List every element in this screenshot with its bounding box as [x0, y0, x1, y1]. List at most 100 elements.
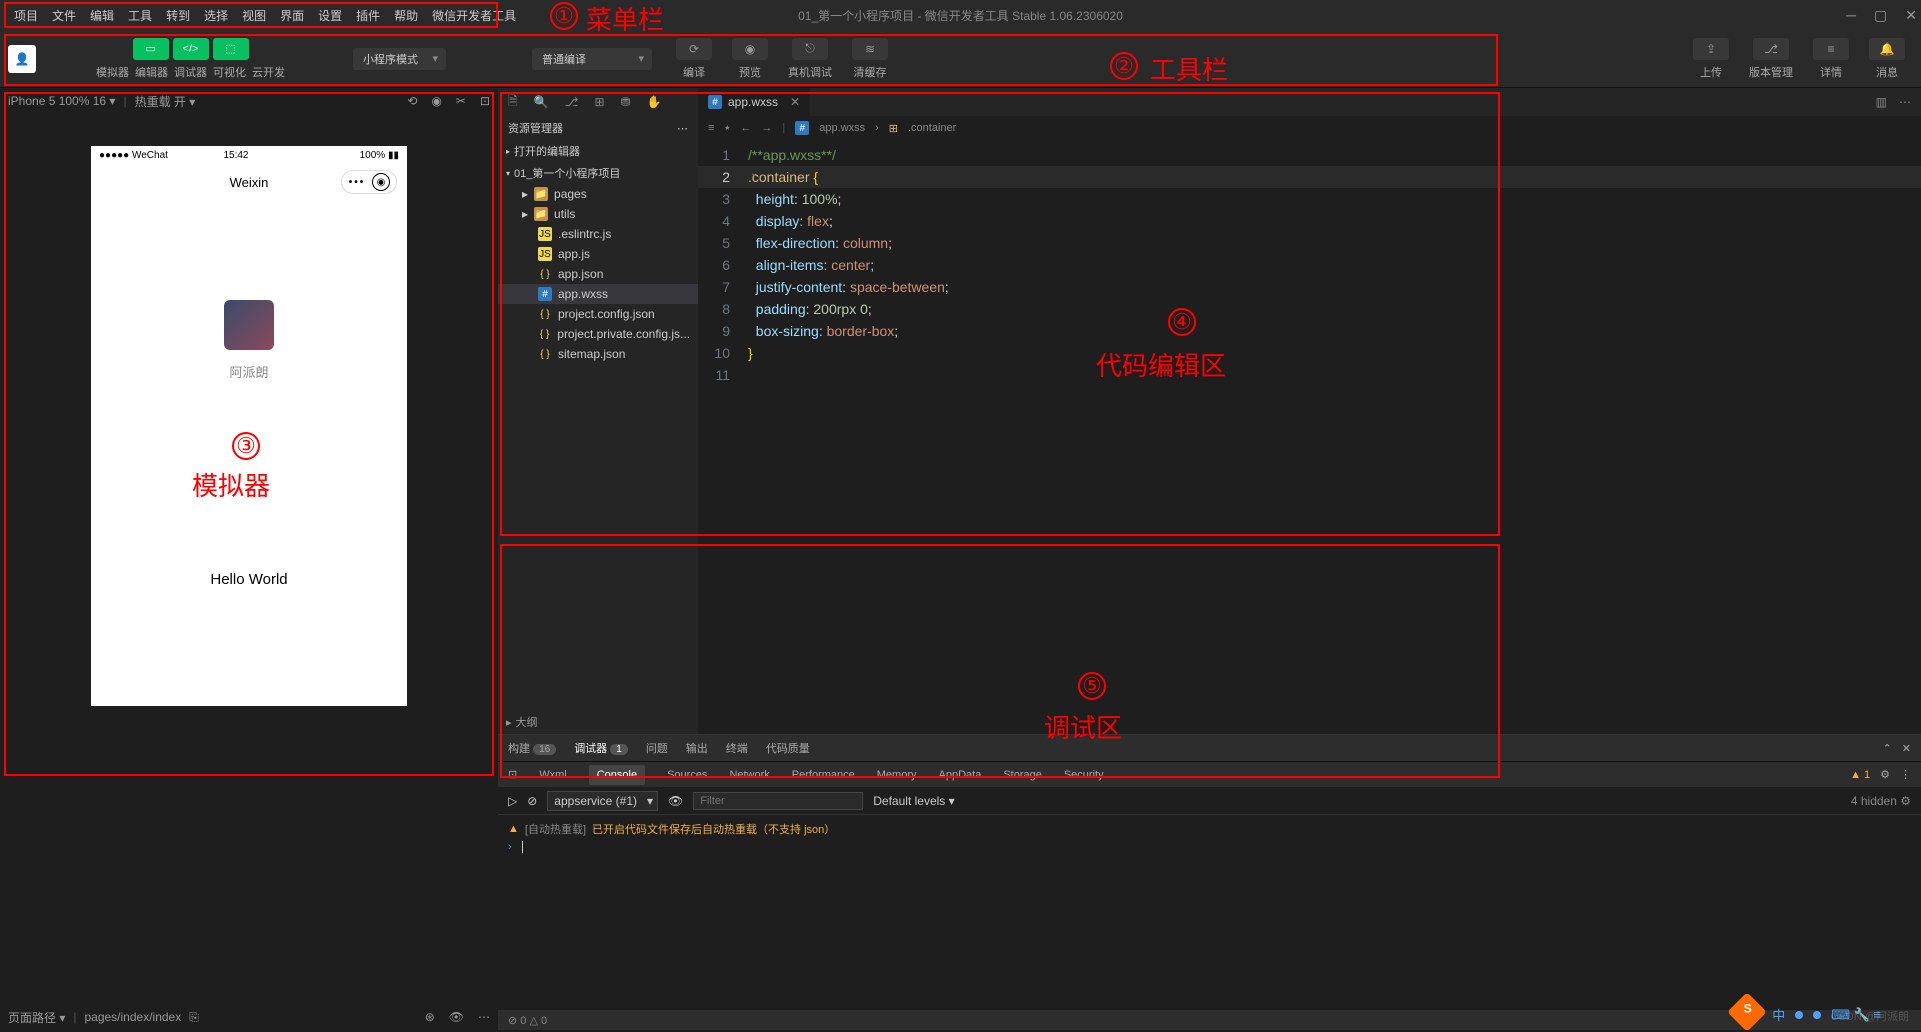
simulator-toggle-icon[interactable]: ▭ [133, 38, 169, 60]
forward-icon[interactable]: → [761, 122, 772, 134]
menu-选择[interactable]: 选择 [198, 3, 234, 28]
console-body[interactable]: ▲ [自动热重载] 已开启代码文件保存后自动热重载（不支持 json）› [498, 815, 1921, 1004]
menu-微信开发者工具[interactable]: 微信开发者工具 [426, 3, 522, 28]
tool-版本管理[interactable]: ⎇版本管理 [1741, 38, 1801, 80]
file-project.private.config.js...[interactable]: { } project.private.config.js... [498, 324, 698, 344]
tool-预览[interactable]: ◉预览 [724, 38, 776, 80]
file-app.wxss[interactable]: # app.wxss [498, 284, 698, 304]
file-pages[interactable]: ▸ 📁 pages [498, 184, 698, 204]
filter-input[interactable] [693, 792, 863, 810]
broadcast-icon[interactable]: ⊛ [425, 1010, 435, 1024]
menu-插件[interactable]: 插件 [350, 3, 386, 28]
list-icon[interactable]: ≡ [708, 122, 714, 134]
levels-dropdown[interactable]: Default levels ▾ [873, 794, 954, 808]
path-label[interactable]: 页面路径 ▾ [8, 1009, 65, 1026]
ext-icon[interactable]: ⊞ [594, 95, 604, 109]
menu-设置[interactable]: 设置 [312, 3, 348, 28]
code-line[interactable]: 9 box-sizing: border-box; [698, 320, 1921, 342]
eye-icon[interactable]: 👁 [668, 794, 683, 808]
dtab-输出[interactable]: 输出 [686, 740, 708, 756]
target-icon[interactable]: ◉ [372, 173, 390, 191]
code-line[interactable]: 4 display: flex; [698, 210, 1921, 232]
chevron-up-icon[interactable]: ⌃ [1883, 742, 1892, 755]
dtab-调试器[interactable]: 调试器 1 [574, 740, 628, 756]
code-line[interactable]: 3 height: 100%; [698, 188, 1921, 210]
devtab-Network[interactable]: Network [729, 769, 769, 781]
menu-项目[interactable]: 项目 [8, 3, 44, 28]
file-app.js[interactable]: JS app.js [498, 244, 698, 264]
dtab-代码质量[interactable]: 代码质量 [766, 740, 810, 756]
menu-界面[interactable]: 界面 [274, 3, 310, 28]
devtab-Console[interactable]: Console [589, 765, 645, 785]
tab-app-wxss[interactable]: # app.wxss ✕ [698, 88, 810, 116]
record-icon[interactable]: ◉ [431, 94, 441, 108]
compile-dropdown[interactable]: 普通编译 [532, 48, 652, 70]
close-icon[interactable]: ✕ [1905, 7, 1917, 24]
devtab-Sources[interactable]: Sources [667, 769, 707, 781]
file-project.config.json[interactable]: { } project.config.json [498, 304, 698, 324]
avatar[interactable]: 👤 [8, 45, 36, 73]
fold-icon[interactable]: ⌄ [750, 168, 758, 179]
minimize-icon[interactable]: ─ [1846, 7, 1856, 24]
debugger-toggle-icon[interactable]: ⬚ [213, 38, 249, 60]
gear-icon[interactable]: ⚙ [1900, 794, 1911, 808]
inspect-icon[interactable]: ⊡ [508, 768, 517, 781]
copy-icon[interactable]: ⎘ [189, 1010, 199, 1025]
code-line[interactable]: 8 padding: 200rpx 0; [698, 298, 1921, 320]
more-tab-icon[interactable]: ⋯ [1899, 95, 1911, 109]
close-panel-icon[interactable]: ✕ [1902, 742, 1911, 755]
file-.eslintrc.js[interactable]: JS .eslintrc.js [498, 224, 698, 244]
menu-视图[interactable]: 视图 [236, 3, 272, 28]
hand-icon[interactable]: ✋ [647, 95, 662, 109]
tool-消息[interactable]: 🔔消息 [1861, 38, 1913, 80]
menu-帮助[interactable]: 帮助 [388, 3, 424, 28]
code-line[interactable]: 2.container { [698, 166, 1921, 188]
rotate-icon[interactable]: ⟲ [407, 94, 417, 108]
db-icon[interactable]: ⛃ [621, 95, 631, 109]
bookmark-icon[interactable]: ⭑ [724, 122, 730, 135]
code-line[interactable]: 1/**app.wxss**/ [698, 144, 1921, 166]
devtab-Memory[interactable]: Memory [877, 769, 917, 781]
code-content[interactable]: ⌄ 1/**app.wxss**/2.container {3 height: … [698, 140, 1921, 734]
more-icon[interactable]: ⋯ [478, 1010, 490, 1024]
project-section[interactable]: ▾01_第一个小程序项目 [498, 162, 698, 184]
tool-清缓存[interactable]: ≋清缓存 [844, 38, 896, 80]
open-editors-section[interactable]: ▸打开的编辑器 [498, 140, 698, 162]
menu-文件[interactable]: 文件 [46, 3, 82, 28]
menu-转到[interactable]: 转到 [160, 3, 196, 28]
devtab-Storage[interactable]: Storage [1003, 769, 1042, 781]
menu-编辑[interactable]: 编辑 [84, 3, 120, 28]
capsule-button[interactable]: ••• ◉ [341, 170, 397, 194]
code-line[interactable]: 11 [698, 364, 1921, 386]
gear-icon[interactable]: ⚙ [1880, 768, 1890, 781]
hotreload-dropdown[interactable]: 热重载 开 ▾ [135, 93, 196, 110]
devtab-AppData[interactable]: AppData [939, 769, 982, 781]
devtab-Wxml[interactable]: Wxml [539, 769, 567, 781]
back-icon[interactable]: ← [740, 122, 751, 134]
device-dropdown[interactable]: iPhone 5 100% 16 ▾ [8, 94, 115, 108]
dtab-终端[interactable]: 终端 [726, 740, 748, 756]
problems-count[interactable]: ⊘ 0 △ 0 [508, 1014, 547, 1027]
split-icon[interactable]: ▥ [1876, 95, 1887, 109]
search-icon[interactable]: 🔍 [534, 95, 549, 109]
file-utils[interactable]: ▸ 📁 utils [498, 204, 698, 224]
editor-toggle-icon[interactable]: </> [173, 38, 209, 60]
tool-真机调试[interactable]: ⎋真机调试 [780, 38, 840, 80]
play-icon[interactable]: ▷ [508, 794, 517, 808]
tool-详情[interactable]: ≡详情 [1805, 38, 1857, 80]
context-dropdown[interactable]: appservice (#1)▾ [547, 791, 658, 811]
branch-icon[interactable]: ⎇ [565, 95, 579, 109]
menu-dots-icon[interactable]: ••• [348, 173, 366, 191]
file-sitemap.json[interactable]: { } sitemap.json [498, 344, 698, 364]
code-line[interactable]: 5 flex-direction: column; [698, 232, 1921, 254]
devtab-Performance[interactable]: Performance [792, 769, 855, 781]
cut-icon[interactable]: ✂ [456, 94, 466, 108]
tool-上传[interactable]: ⇪上传 [1685, 38, 1737, 80]
tool-编译[interactable]: ⟳编译 [668, 38, 720, 80]
code-line[interactable]: 10} [698, 342, 1921, 364]
menu-工具[interactable]: 工具 [122, 3, 158, 28]
maximize-icon[interactable]: ▢ [1874, 7, 1887, 24]
outline-section[interactable]: ▸大纲 [498, 710, 698, 734]
file-app.json[interactable]: { } app.json [498, 264, 698, 284]
files-icon[interactable]: 🗎 [508, 92, 518, 113]
